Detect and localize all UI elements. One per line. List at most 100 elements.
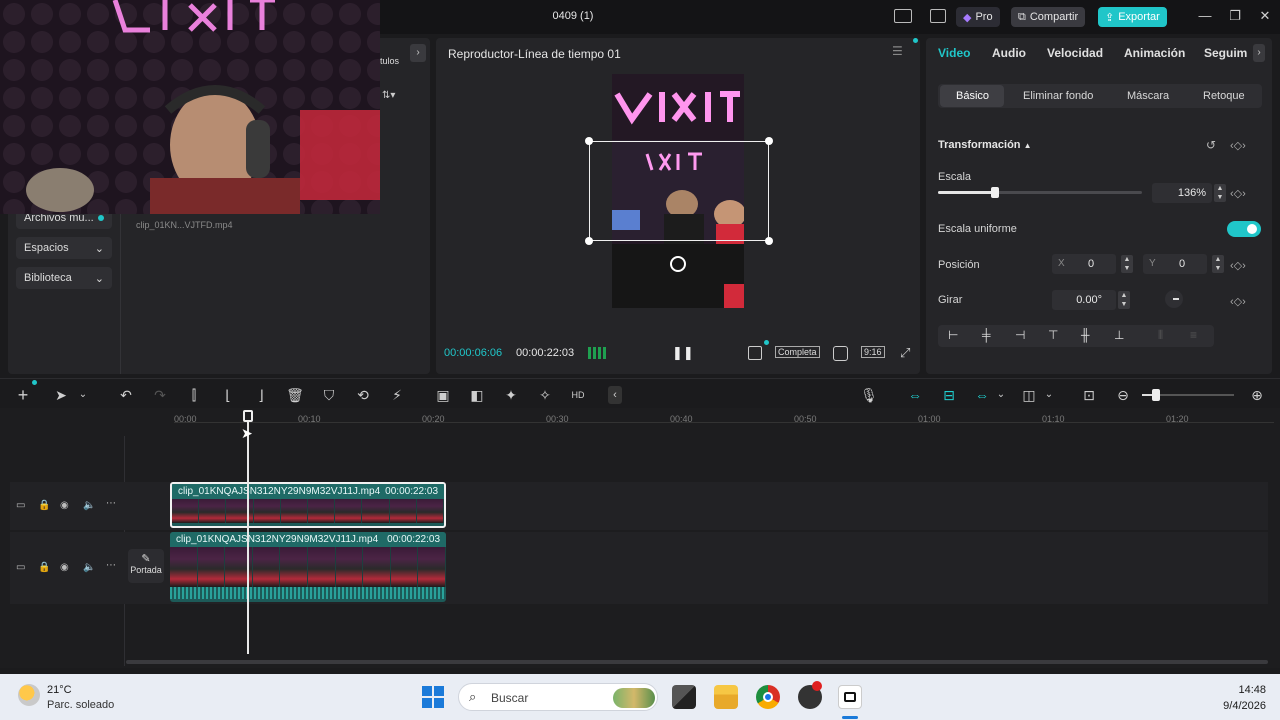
delete-icon[interactable]: 🗑 — [286, 386, 304, 404]
tab-video[interactable]: Video — [938, 46, 970, 60]
ratio-button[interactable]: 9:16 — [861, 346, 885, 358]
weather-icon[interactable] — [18, 684, 40, 706]
scale-stepper[interactable]: ▲ ▼ — [1214, 184, 1226, 202]
capcut-icon[interactable] — [838, 685, 862, 709]
align-top-icon[interactable]: ⊤ — [1048, 328, 1058, 342]
resize-handle[interactable] — [765, 237, 773, 245]
add-icon[interactable]: + — [14, 386, 32, 404]
align-left-icon[interactable]: ⊢ — [948, 328, 958, 342]
chevron-down-icon[interactable]: ⌄ — [1040, 386, 1058, 404]
position-y-stepper[interactable]: ▲ ▼ — [1212, 255, 1224, 273]
subtab-basic[interactable]: Básico — [956, 90, 989, 102]
position-x-stepper[interactable]: ▲ ▼ — [1121, 255, 1133, 273]
captions-tab[interactable]: tulos — [380, 56, 399, 66]
resize-handle[interactable] — [765, 137, 773, 145]
cover-button[interactable]: ✎ Portada — [128, 549, 164, 583]
chrome-icon[interactable] — [756, 685, 780, 709]
zoom-slider-handle[interactable] — [1152, 389, 1160, 401]
mic-icon[interactable]: 🎙 — [860, 386, 878, 404]
hd-icon[interactable]: HD — [569, 386, 587, 404]
freeze-icon[interactable]: ▣ — [434, 386, 452, 404]
split-right-icon[interactable]: ⌋ — [252, 386, 270, 404]
file-explorer-icon[interactable] — [714, 685, 738, 709]
layout-icon[interactable] — [894, 9, 912, 23]
redo-icon[interactable]: ↷ — [151, 386, 169, 404]
lock-icon[interactable]: 🔒 — [38, 500, 50, 511]
pro-button[interactable]: ◆ Pro — [956, 7, 1000, 27]
audio-icon[interactable]: 🔈 — [83, 562, 95, 573]
zoom-out-icon[interactable]: ⊖ — [1114, 386, 1132, 404]
undo-icon[interactable]: ↶ — [117, 386, 135, 404]
crop-icon[interactable] — [833, 346, 848, 361]
eye-icon[interactable]: ◉ — [60, 562, 69, 573]
menu-biblioteca[interactable]: Biblioteca ⌄ — [16, 267, 112, 289]
keyframe-icon[interactable]: ‹◇› — [1230, 187, 1246, 200]
more-icon[interactable]: ⋯ — [106, 560, 116, 571]
mirror-icon[interactable]: ◧ — [468, 386, 486, 404]
loop-icon[interactable]: ⟲ — [354, 386, 372, 404]
tab-audio[interactable]: Audio — [992, 46, 1026, 60]
playhead-line[interactable] — [247, 422, 249, 654]
rotate-stepper[interactable]: ▲ ▼ — [1118, 291, 1130, 309]
pause-icon[interactable]: ❚❚ — [672, 345, 694, 361]
rotate-dial[interactable] — [1165, 290, 1183, 308]
keyframe-icon[interactable]: ‹◇› — [1230, 139, 1246, 152]
split-left-icon[interactable]: ⌊ — [219, 386, 237, 404]
full-quality-button[interactable]: Completa — [775, 346, 820, 358]
shortcut-icon[interactable] — [930, 9, 946, 23]
clock-time[interactable]: 14:48 — [1226, 684, 1266, 696]
audio-icon[interactable]: 🔈 — [83, 500, 95, 511]
video-clip-1[interactable]: clip_01KNQAJSN312NY29N9M32VJ11J.mp4 00:0… — [170, 482, 446, 528]
lock-icon[interactable]: 🔒 — [38, 562, 50, 573]
align-right-icon[interactable]: ⊣ — [1015, 328, 1025, 342]
tab-animation[interactable]: Animación — [1124, 46, 1185, 60]
subtab-remove-bg[interactable]: Eliminar fondo — [1023, 90, 1093, 102]
preview-axis-icon[interactable]: ◫ — [1020, 386, 1038, 404]
playhead-handle[interactable] — [243, 410, 253, 422]
scale-slider-handle[interactable] — [991, 187, 1000, 198]
keyframe-icon[interactable]: ‹◇› — [1230, 259, 1246, 272]
video-clip-2[interactable]: clip_01KNQAJSN312NY29N9M32VJ11J.mp4 00:0… — [170, 532, 446, 602]
chevron-right-icon[interactable]: › — [410, 44, 426, 62]
align-center-h-icon[interactable]: ╪ — [982, 328, 991, 342]
menu-espacios[interactable]: Espacios ⌄ — [16, 237, 112, 259]
menu-icon[interactable]: ☰ — [892, 44, 903, 58]
uniform-scale-toggle[interactable] — [1227, 221, 1261, 237]
magnet-icon[interactable]: ⊟ — [940, 386, 958, 404]
scale-input[interactable]: 136% — [1152, 183, 1212, 203]
zoom-in-icon[interactable]: ⊕ — [1248, 386, 1266, 404]
minimize-icon[interactable]: — — [1196, 8, 1214, 24]
share-button[interactable]: ⧉ Compartir — [1011, 7, 1086, 27]
subtab-mask[interactable]: Máscara — [1127, 90, 1169, 102]
sort-icon[interactable]: ⇅▾ — [382, 90, 395, 101]
timeline-scrollbar[interactable] — [126, 660, 1268, 664]
mark-icon[interactable]: ⛉ — [320, 386, 338, 404]
align-bottom-icon[interactable]: ⊥ — [1114, 328, 1124, 342]
eye-icon[interactable]: ◉ — [60, 500, 69, 511]
split-icon[interactable]: ⫿ — [185, 386, 203, 404]
task-view-icon[interactable] — [672, 685, 696, 709]
taskbar-search[interactable]: ⌕ Buscar — [458, 683, 658, 711]
close-icon[interactable]: ✕ — [1256, 8, 1274, 24]
snap-icon[interactable]: ⇔ — [973, 386, 991, 404]
tiktok-icon[interactable] — [748, 346, 762, 360]
clock-date[interactable]: 9/4/2026 — [1206, 700, 1266, 712]
resize-handle[interactable] — [585, 237, 593, 245]
magic-icon[interactable]: ✧ — [536, 386, 554, 404]
select-cursor-icon[interactable]: ➤ — [52, 386, 70, 404]
export-button[interactable]: ⇪ Exportar — [1098, 7, 1167, 27]
obs-icon[interactable] — [798, 681, 822, 709]
distribute-v-icon[interactable]: ≡ — [1190, 328, 1197, 342]
subtab-retouch[interactable]: Retoque — [1203, 90, 1245, 102]
reset-icon[interactable]: ↺ — [1206, 138, 1216, 152]
link-icon[interactable]: ⇔ — [906, 386, 924, 404]
weather-text[interactable]: Parc. soleado — [47, 699, 114, 711]
distribute-h-icon[interactable]: ⫴ — [1158, 328, 1163, 343]
fullscreen-icon[interactable]: ⤢ — [900, 345, 910, 361]
transform-box[interactable] — [589, 141, 769, 241]
ai-icon[interactable]: ✦ — [502, 386, 520, 404]
restore-icon[interactable]: ❐ — [1226, 8, 1244, 24]
speed-icon[interactable]: ⚡ — [388, 386, 406, 404]
media-item-name[interactable]: clip_01KN...VJTFD.mp4 — [136, 220, 233, 230]
fit-icon[interactable]: ⊡ — [1080, 386, 1098, 404]
